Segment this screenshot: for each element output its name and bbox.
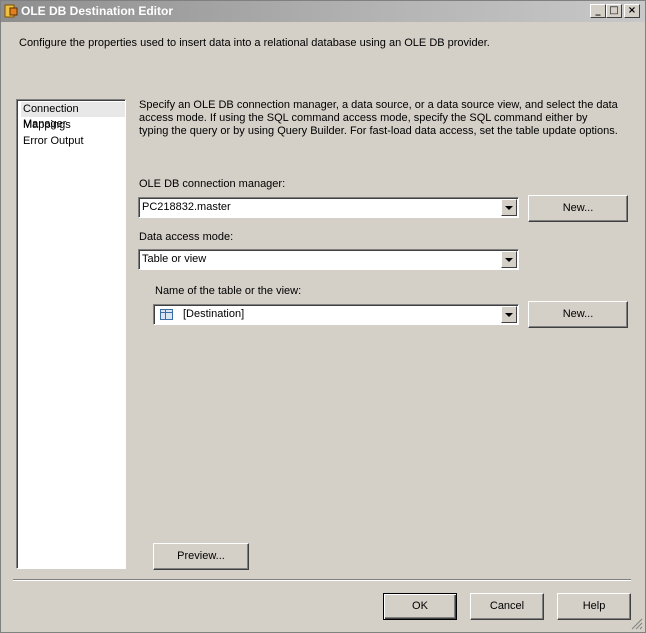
editor-description: Configure the properties used to insert … xyxy=(19,37,490,49)
maximize-button[interactable]: □ xyxy=(606,4,622,18)
nav-item-connection-manager[interactable]: Connection Manager xyxy=(21,102,125,130)
access-mode-value: Table or view xyxy=(142,253,207,265)
access-mode-dropdown-button[interactable] xyxy=(501,251,517,268)
chevron-down-icon xyxy=(505,206,513,210)
window-title: OLE DB Destination Editor xyxy=(21,4,174,18)
table-name-label: Name of the table or the view: xyxy=(155,285,302,297)
cancel-button[interactable]: Cancel xyxy=(470,593,544,620)
resize-grip-icon[interactable] xyxy=(631,618,643,630)
nav-item-mappings[interactable]: Mappings xyxy=(21,118,73,133)
connection-manager-label: OLE DB connection manager: xyxy=(139,178,286,190)
connection-manager-dropdown-button[interactable] xyxy=(501,199,517,216)
help-button[interactable]: Help xyxy=(557,593,631,620)
ssis-component-icon xyxy=(4,4,18,18)
ole-db-destination-editor-window: OLE DB Destination Editor _ □ × Configur… xyxy=(0,0,646,633)
new-connection-button[interactable]: New... xyxy=(528,195,628,222)
connection-manager-combo[interactable]: PC218832.master xyxy=(138,197,519,218)
table-name-dropdown-button[interactable] xyxy=(501,306,517,323)
nav-item-error-output[interactable]: Error Output xyxy=(21,134,86,149)
table-name-combo[interactable]: [Destination] xyxy=(153,304,519,325)
connection-manager-value: PC218832.master xyxy=(142,201,231,213)
access-mode-label: Data access mode: xyxy=(139,231,234,243)
access-mode-combo[interactable]: Table or view xyxy=(138,249,519,270)
ok-button[interactable]: OK xyxy=(383,593,457,620)
connection-manager-description: Specify an OLE DB connection manager, a … xyxy=(139,99,618,137)
footer-separator xyxy=(13,579,631,581)
title-bar[interactable]: OLE DB Destination Editor _ □ × xyxy=(1,1,645,22)
table-name-value: [Destination] xyxy=(183,308,245,320)
chevron-down-icon xyxy=(505,313,513,317)
preview-button[interactable]: Preview... xyxy=(153,543,249,570)
chevron-down-icon xyxy=(505,258,513,262)
close-button[interactable]: × xyxy=(624,4,640,18)
minimize-button[interactable]: _ xyxy=(590,4,606,18)
new-table-button[interactable]: New... xyxy=(528,301,628,328)
page-navigation-list: Connection Manager Mappings Error Output xyxy=(16,99,126,569)
table-icon xyxy=(160,309,173,320)
